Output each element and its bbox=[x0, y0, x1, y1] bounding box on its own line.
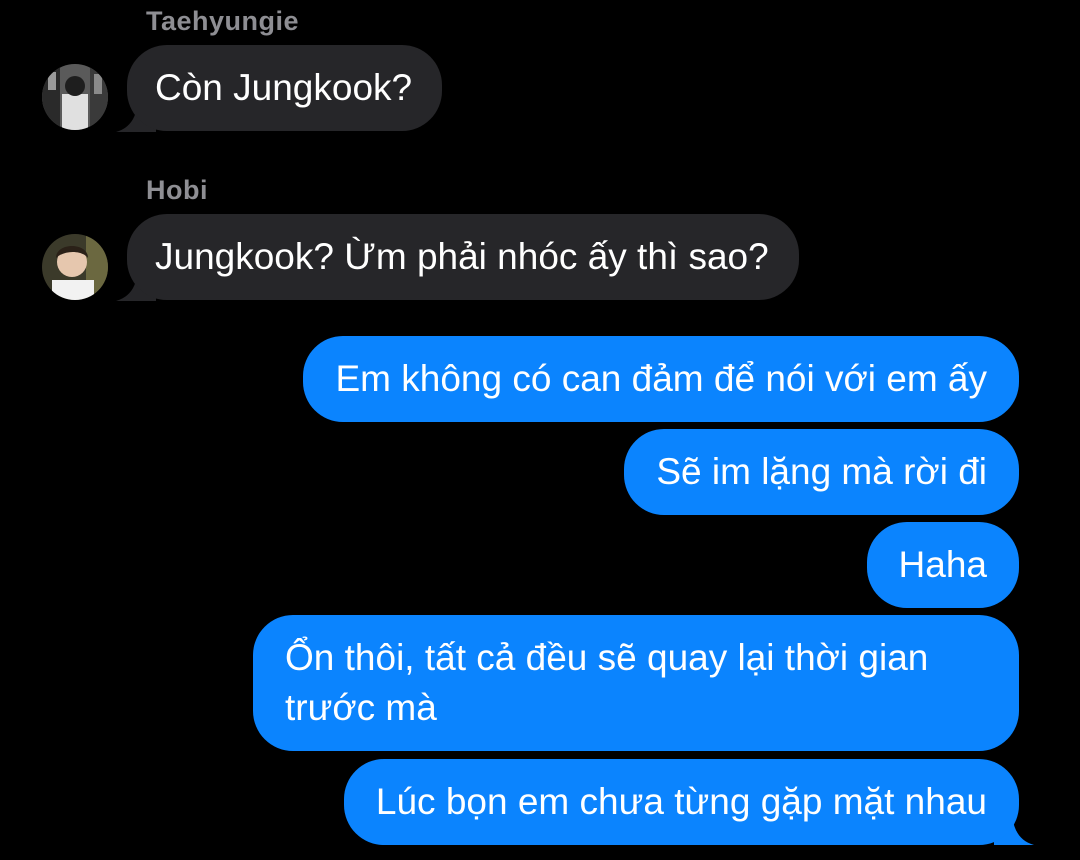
message-text: Còn Jungkook? bbox=[155, 67, 413, 108]
message-bubble-outgoing[interactable]: Em không có can đảm để nói với em ấy bbox=[303, 336, 1019, 422]
message-bubble-incoming[interactable]: Jungkook? Ừm phải nhóc ấy thì sao? bbox=[127, 214, 799, 300]
avatar-photo-icon bbox=[42, 234, 108, 300]
sender-name: Hobi bbox=[146, 175, 208, 205]
message-bubble-outgoing[interactable]: Ổn thôi, tất cả đều sẽ quay lại thời gia… bbox=[253, 615, 1019, 751]
message-text: Lúc bọn em chưa từng gặp mặt nhau bbox=[375, 781, 987, 822]
message-text: Ổn thôi, tất cả đều sẽ quay lại thời gia… bbox=[285, 637, 929, 728]
avatar[interactable] bbox=[42, 234, 108, 300]
avatar[interactable] bbox=[42, 64, 108, 130]
message-text: Sẽ im lặng mà rời đi bbox=[656, 451, 987, 492]
avatar-photo-icon bbox=[42, 64, 108, 130]
message-bubble-outgoing[interactable]: Haha bbox=[866, 522, 1019, 608]
sender-name: Taehyungie bbox=[146, 6, 300, 36]
message-text: Haha bbox=[898, 544, 987, 585]
message-text: Jungkook? Ừm phải nhóc ấy thì sao? bbox=[155, 236, 769, 277]
message-bubble-incoming[interactable]: Còn Jungkook? bbox=[127, 45, 443, 131]
message-bubble-outgoing[interactable]: Lúc bọn em chưa từng gặp mặt nhau bbox=[343, 759, 1019, 845]
message-text: Em không có can đảm để nói với em ấy bbox=[335, 358, 987, 399]
message-bubble-outgoing[interactable]: Sẽ im lặng mà rời đi bbox=[624, 429, 1019, 515]
